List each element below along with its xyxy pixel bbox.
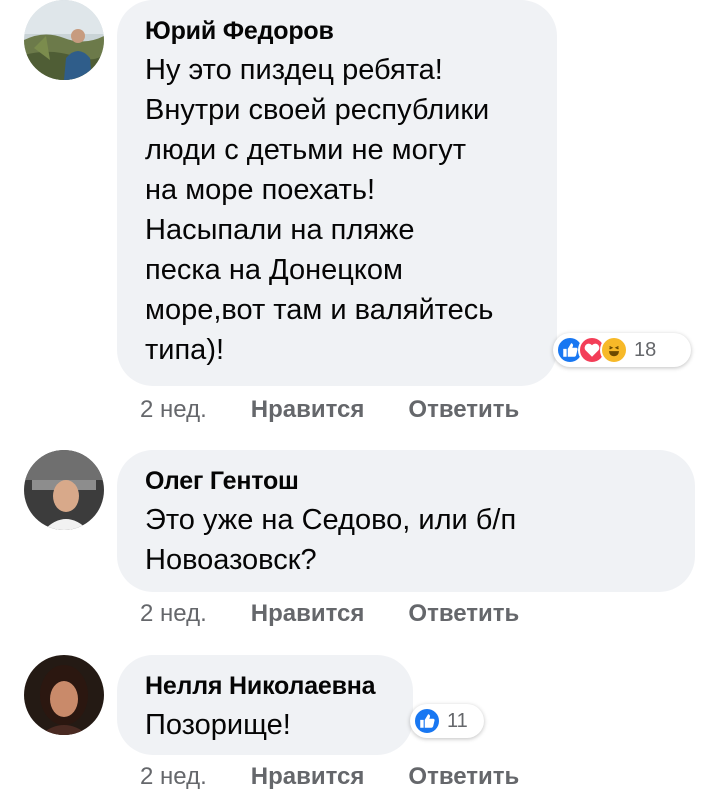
comment-text: Ну это пиздец ребята! Внутри своей респу… — [145, 54, 494, 366]
reaction-count: 11 — [447, 709, 468, 732]
reply-button[interactable]: Ответить — [408, 396, 519, 424]
avatar[interactable] — [24, 0, 104, 80]
comment-actions: 2 нед. Нравится Ответить — [140, 600, 519, 628]
like-button[interactable]: Нравится — [251, 600, 365, 628]
reaction-count: 18 — [634, 338, 657, 361]
comment-text: Это уже на Седово, или б/п Новоазовск? — [145, 504, 517, 576]
like-button[interactable]: Нравится — [251, 763, 365, 791]
comment-author[interactable]: Олег Гентош — [145, 466, 667, 496]
reactions-summary[interactable]: 11 — [410, 704, 484, 738]
comment-time[interactable]: 2 нед. — [140, 396, 207, 424]
reply-button[interactable]: Ответить — [408, 763, 519, 791]
comment-actions: 2 нед. Нравится Ответить — [140, 396, 519, 424]
comment-time[interactable]: 2 нед. — [140, 763, 207, 791]
comment-bubble: Олег Гентош Это уже на Седово, или б/п Н… — [117, 450, 695, 592]
comment-bubble: Юрий Федоров Ну это пиздец ребята! Внутр… — [117, 0, 557, 386]
avatar[interactable] — [24, 655, 104, 735]
comment-actions: 2 нед. Нравится Ответить — [140, 763, 519, 791]
comment-author[interactable]: Нелля Николаевна — [145, 671, 385, 701]
comment-author[interactable]: Юрий Федоров — [145, 16, 529, 46]
avatar[interactable] — [24, 450, 104, 530]
reply-button[interactable]: Ответить — [408, 600, 519, 628]
comment-time[interactable]: 2 нед. — [140, 600, 207, 628]
reactions-summary[interactable]: 18 — [553, 333, 691, 367]
like-button[interactable]: Нравится — [251, 396, 365, 424]
like-icon — [413, 707, 441, 735]
haha-icon — [600, 336, 628, 364]
comment-bubble: Нелля Николаевна Позорище! — [117, 655, 413, 755]
comment-text: Позорище! — [145, 709, 291, 741]
